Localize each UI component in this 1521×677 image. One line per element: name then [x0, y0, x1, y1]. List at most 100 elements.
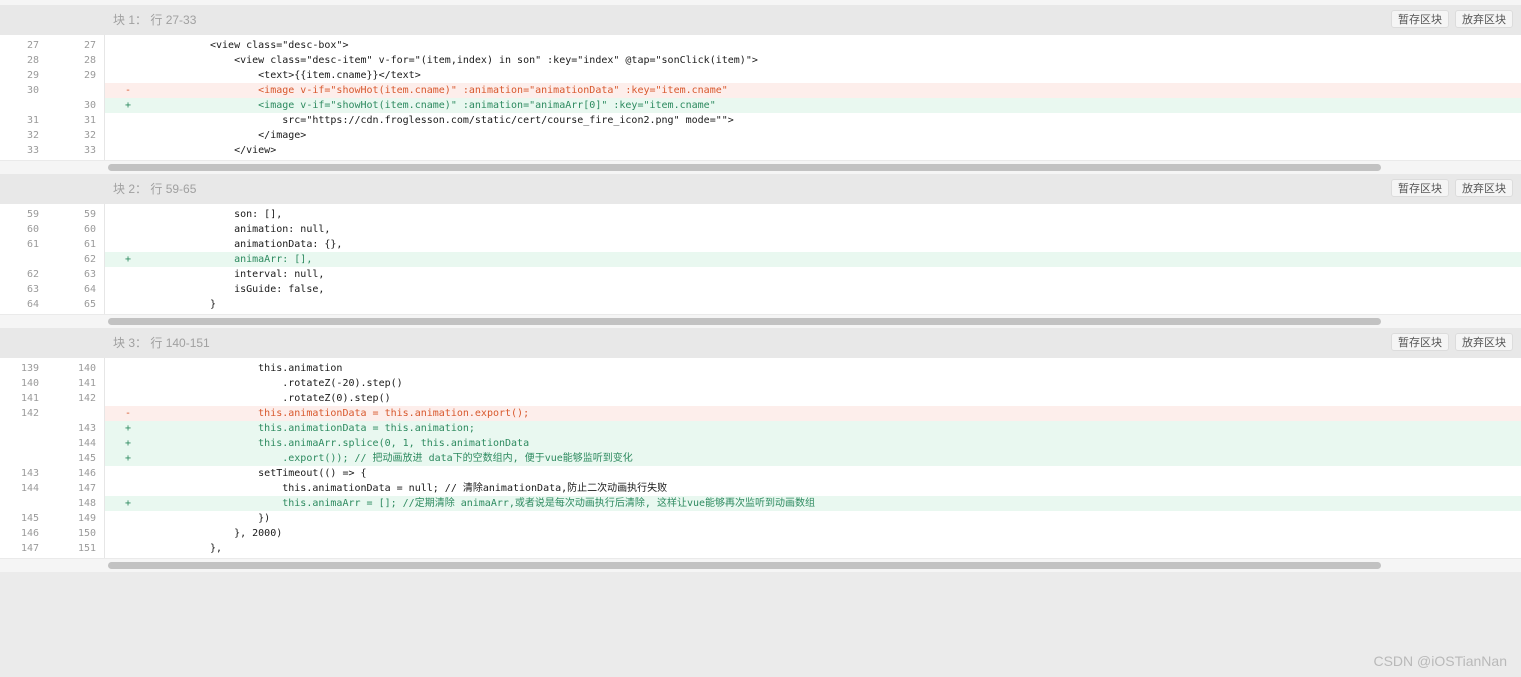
diff-line: 59 59 son: [], — [0, 207, 1521, 222]
old-line-number: 27 — [26, 40, 39, 51]
old-line-number: 60 — [26, 224, 39, 235]
code-text: } — [210, 299, 217, 310]
line-code: <view class="desc-box"> — [105, 38, 1521, 53]
line-gutter: 59 59 — [0, 207, 105, 222]
diff-line: 29 29 <text>{{item.cname}}</text> — [0, 68, 1521, 83]
old-line-number: 141 — [20, 393, 39, 404]
old-line-number: 59 — [26, 209, 39, 220]
code-text: .rotateZ(0).step() — [210, 393, 391, 404]
line-code: animationData: {}, — [105, 237, 1521, 252]
horizontal-scrollbar[interactable] — [0, 314, 1521, 328]
old-line-number: 144 — [20, 483, 39, 494]
hunk-title: 块 1： 行 27-33 — [113, 5, 196, 35]
hunk-label: 块 1： — [113, 13, 148, 27]
old-line-number: 63 — [26, 284, 39, 295]
code-text: <view class="desc-box"> — [210, 40, 349, 51]
diff-hunk: 块 2： 行 59-65 暂存区块 放弃区块 59 59 son: [], 60 60 an… — [0, 174, 1521, 328]
line-gutter: 28 28 — [0, 53, 105, 68]
old-line-number: 32 — [26, 130, 39, 141]
line-gutter: 31 31 — [0, 113, 105, 128]
diff-line: 147 151}, — [0, 541, 1521, 556]
hunk-header: 块 1： 行 27-33 暂存区块 放弃区块 — [0, 5, 1521, 35]
hunk-body: 59 59 son: [], 60 60 animation: null, 61 61 a… — [0, 204, 1521, 328]
diff-line: 148 + this.animaArr = []; //定期清除 animaArr… — [0, 496, 1521, 511]
change-marker: - — [125, 408, 132, 419]
old-line-number: 31 — [26, 115, 39, 126]
old-line-number: 140 — [20, 378, 39, 389]
new-line-number: 64 — [83, 284, 96, 295]
scrollbar-thumb[interactable] — [108, 164, 1381, 171]
new-line-number: 29 — [83, 70, 96, 81]
code-text: </view> — [210, 145, 277, 156]
old-line-number: 142 — [20, 408, 39, 419]
discard-hunk-button[interactable]: 放弃区块 — [1455, 179, 1513, 197]
new-line-number: 59 — [83, 209, 96, 220]
diff-line: 61 61 animationData: {}, — [0, 237, 1521, 252]
horizontal-scrollbar[interactable] — [0, 558, 1521, 572]
discard-hunk-button[interactable]: 放弃区块 — [1455, 10, 1513, 28]
line-gutter: 33 33 — [0, 143, 105, 158]
line-code: + animaArr: [], — [105, 252, 1521, 267]
discard-hunk-button[interactable]: 放弃区块 — [1455, 333, 1513, 351]
change-marker: - — [125, 85, 132, 96]
line-gutter: 141 142 — [0, 391, 105, 406]
code-text: }, 2000) — [210, 528, 283, 539]
diff-line: 141 142 .rotateZ(0).step() — [0, 391, 1521, 406]
old-line-number: 146 — [20, 528, 39, 539]
line-code: </view> — [105, 143, 1521, 158]
code-text: this.animation — [210, 363, 343, 374]
diff-line: 30 + <image v-if="showHot(item.cname)" :a… — [0, 98, 1521, 113]
line-code: .rotateZ(0).step() — [105, 391, 1521, 406]
diff-line: 145 149 }) — [0, 511, 1521, 526]
old-line-number: 61 — [26, 239, 39, 250]
hunk-body: 139 140 this.animation 140 141 .rotateZ(-20… — [0, 358, 1521, 572]
line-code: <view class="desc-item" v-for="(item,ind… — [105, 53, 1521, 68]
line-gutter: 27 27 — [0, 38, 105, 53]
scrollbar-thumb[interactable] — [108, 562, 1381, 569]
new-line-number: 151 — [77, 543, 96, 554]
code-text: this.animationData = null; // 清除animatio… — [210, 483, 668, 494]
line-code: </image> — [105, 128, 1521, 143]
new-line-number: 140 — [77, 363, 96, 374]
diff-line: 31 31 src="https://cdn.froglesson.com/sta… — [0, 113, 1521, 128]
diff-line: 146 150 }, 2000) — [0, 526, 1521, 541]
new-line-number: 61 — [83, 239, 96, 250]
scrollbar-thumb[interactable] — [108, 318, 1381, 325]
stash-hunk-button[interactable]: 暂存区块 — [1391, 179, 1449, 197]
line-code: this.animationData = null; // 清除animatio… — [105, 481, 1521, 496]
diff-line: 143 146 setTimeout(() => { — [0, 466, 1521, 481]
diff-line: 60 60 animation: null, — [0, 222, 1521, 237]
line-gutter: 147 151 — [0, 541, 105, 556]
old-line-number: 64 — [26, 299, 39, 310]
code-text: <view class="desc-item" v-for="(item,ind… — [210, 55, 758, 66]
change-marker: + — [125, 100, 132, 111]
line-code: <text>{{item.cname}}</text> — [105, 68, 1521, 83]
hunk-range: 行 27-33 — [150, 13, 197, 27]
line-code: this.animation — [105, 361, 1521, 376]
hunk-title: 块 3： 行 140-151 — [113, 328, 210, 358]
line-gutter: 62 63 — [0, 267, 105, 282]
horizontal-scrollbar[interactable] — [0, 160, 1521, 174]
stash-hunk-button[interactable]: 暂存区块 — [1391, 10, 1449, 28]
code-text: }, — [210, 543, 223, 554]
line-gutter: 63 64 — [0, 282, 105, 297]
code-text: <text>{{item.cname}}</text> — [210, 70, 421, 81]
stash-hunk-button[interactable]: 暂存区块 — [1391, 333, 1449, 351]
new-line-number: 144 — [77, 438, 96, 449]
code-text: interval: null, — [210, 269, 325, 280]
diff-line: 62 63 interval: null, — [0, 267, 1521, 282]
code-text: this.animationData = this.animation; — [210, 423, 475, 434]
diff-line: 139 140 this.animation — [0, 361, 1521, 376]
new-line-number: 31 — [83, 115, 96, 126]
old-line-number: 147 — [20, 543, 39, 554]
line-gutter: 30 — [0, 98, 105, 113]
new-line-number: 142 — [77, 393, 96, 404]
line-gutter: 30 — [0, 83, 105, 98]
new-line-number: 147 — [77, 483, 96, 494]
change-marker: + — [125, 498, 132, 509]
change-marker: + — [125, 254, 132, 265]
hunk-actions: 暂存区块 放弃区块 — [1391, 10, 1513, 28]
line-gutter: 145 — [0, 451, 105, 466]
diff-hunk: 块 1： 行 27-33 暂存区块 放弃区块 27 27 <view class="des… — [0, 5, 1521, 174]
line-gutter: 146 150 — [0, 526, 105, 541]
